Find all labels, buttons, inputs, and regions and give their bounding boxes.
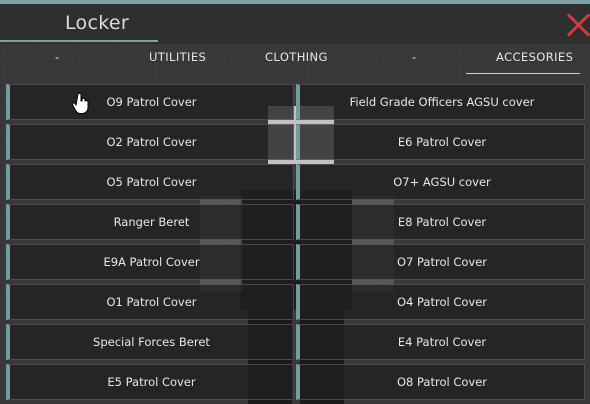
game-viewport: Locker - UTILITIES CLOTHING - ACCESORIES…: [0, 0, 590, 404]
item-button[interactable]: O4 Patrol Cover: [296, 284, 585, 320]
tab-clothing[interactable]: CLOTHING: [265, 50, 328, 64]
tab-dash-2[interactable]: -: [412, 50, 417, 64]
item-button[interactable]: Special Forces Beret: [6, 324, 294, 360]
item-button[interactable]: O8 Patrol Cover: [296, 364, 585, 400]
item-button[interactable]: E5 Patrol Cover: [6, 364, 294, 400]
title-underline: [0, 40, 158, 42]
window-title: Locker: [65, 12, 129, 34]
item-button[interactable]: E6 Patrol Cover: [296, 124, 585, 160]
item-button[interactable]: O7+ AGSU cover: [296, 164, 585, 200]
tab-utilities[interactable]: UTILITIES: [149, 50, 206, 64]
tab-bar: - UTILITIES CLOTHING - ACCESORIES: [0, 44, 590, 74]
hand-pointer-icon: [72, 92, 89, 114]
active-tab-indicator: [466, 73, 580, 74]
item-button[interactable]: E9A Patrol Cover: [6, 244, 294, 280]
item-button[interactable]: Field Grade Officers AGSU cover: [296, 84, 585, 120]
item-button[interactable]: E4 Patrol Cover: [296, 324, 585, 360]
close-x-icon[interactable]: [566, 12, 590, 38]
item-button[interactable]: O7 Patrol Cover: [296, 244, 585, 280]
title-bar: Locker: [0, 4, 590, 44]
item-button[interactable]: Ranger Beret: [6, 204, 294, 240]
item-button[interactable]: E8 Patrol Cover: [296, 204, 585, 240]
item-button[interactable]: O1 Patrol Cover: [6, 284, 294, 320]
tab-dash-1[interactable]: -: [55, 50, 60, 64]
item-button[interactable]: O5 Patrol Cover: [6, 164, 294, 200]
tab-accesories[interactable]: ACCESORIES: [496, 50, 573, 64]
item-button[interactable]: O2 Patrol Cover: [6, 124, 294, 160]
item-button[interactable]: O9 Patrol Cover: [6, 84, 294, 120]
